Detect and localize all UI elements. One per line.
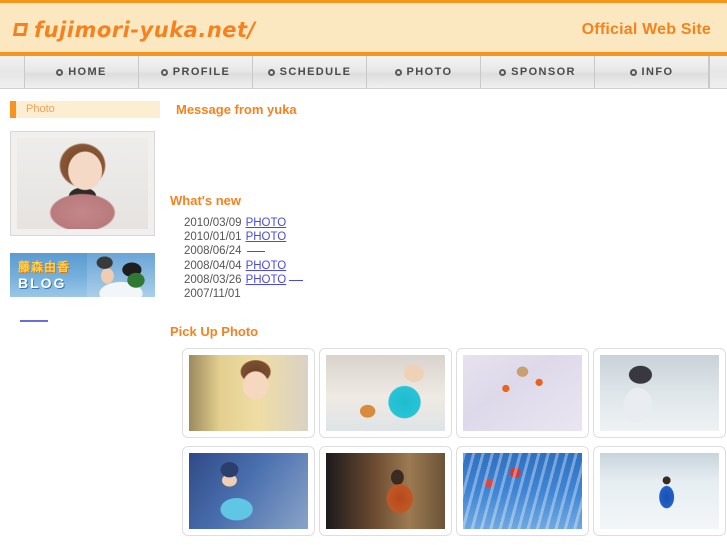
list-item: 2010/03/09 PHOTO (184, 216, 727, 230)
news-date: 2008/03/26 (184, 273, 242, 286)
photo-image (463, 355, 582, 432)
content-layout: 藤森由香 BLOG What's new 2010/03/09 PHOTO 201… (0, 131, 727, 537)
photo-image (189, 355, 308, 432)
nav-label: SCHEDULE (279, 66, 352, 78)
profile-photo (10, 131, 155, 236)
main-content: What's new 2010/03/09 PHOTO 2010/01/01 PHO… (160, 131, 727, 537)
list-item: 2008/06/24 (184, 244, 727, 258)
nav-right-spacer (709, 56, 727, 88)
news-link-extra[interactable] (289, 279, 304, 281)
list-item: 2008/04/04 PHOTO (184, 259, 727, 273)
blog-banner-image (87, 253, 155, 297)
nav-label: PHOTO (406, 66, 453, 78)
bullet-icon (499, 68, 507, 76)
news-link[interactable]: PHOTO (246, 260, 287, 272)
nav-item-schedule[interactable]: SCHEDULE (253, 56, 367, 88)
nav-label: INFO (641, 66, 674, 78)
bullet-icon (56, 68, 64, 76)
logo-text: fujimori-yuka.net/ (34, 17, 256, 42)
photo-thumbnail-8[interactable] (593, 446, 726, 537)
nav-item-home[interactable]: HOME (25, 56, 139, 88)
pickup-photo-grid (170, 348, 727, 537)
blog-banner-name: 藤森由香 (18, 260, 71, 274)
photo-thumbnail-5[interactable] (182, 446, 315, 537)
nav-item-sponsor[interactable]: SPONSOR (481, 56, 595, 88)
photo-image (600, 453, 719, 530)
photo-thumbnail-1[interactable] (182, 348, 315, 439)
breadcrumb: Photo (10, 100, 160, 118)
page-title: Message from yuka (176, 101, 297, 117)
pickup-photo-title: Pick Up Photo (170, 324, 259, 340)
news-date: 2008/06/24 (184, 245, 242, 258)
list-item: 2010/01/01 PHOTO (184, 230, 727, 244)
news-date: 2010/01/01 (184, 231, 242, 244)
news-link[interactable]: PHOTO (246, 217, 287, 229)
nav-label: HOME (68, 66, 107, 78)
photo-thumbnail-6[interactable] (319, 446, 452, 537)
list-item: 2008/03/26 PHOTO (184, 273, 727, 287)
sidebar-under-link[interactable] (20, 309, 48, 322)
whats-new-title: What's new (170, 193, 241, 208)
breadcrumb-label: Photo (26, 103, 55, 115)
nav-item-info[interactable]: INFO (595, 56, 709, 88)
nav-label: SPONSOR (511, 66, 576, 78)
blog-banner-label: BLOG (18, 275, 67, 291)
square-outline-icon (12, 23, 29, 36)
list-item: 2007/11/01 (184, 287, 727, 301)
bullet-icon (629, 68, 637, 76)
main-navigation: HOME PROFILE SCHEDULE PHOTO SPONSOR INFO (0, 56, 727, 89)
photo-image (463, 453, 582, 530)
bullet-icon (394, 68, 402, 76)
photo-thumbnail-2[interactable] (319, 348, 452, 439)
photo-thumbnail-7[interactable] (456, 446, 589, 537)
nav-label: PROFILE (172, 66, 231, 78)
nav-item-profile[interactable]: PROFILE (139, 56, 253, 88)
photo-image (600, 355, 719, 432)
nav-left-spacer (0, 56, 25, 88)
whats-new-list: 2010/03/09 PHOTO 2010/01/01 PHOTO 2008/06/… (170, 216, 727, 301)
news-link[interactable] (246, 251, 265, 253)
site-logo[interactable]: fujimori-yuka.net/ (12, 17, 256, 42)
blog-banner[interactable]: 藤森由香 BLOG (10, 253, 155, 297)
photo-image (189, 453, 308, 530)
news-date: 2008/04/04 (184, 259, 242, 272)
news-date: 2010/03/09 (184, 217, 242, 229)
bullet-icon (160, 68, 168, 76)
site-header: fujimori-yuka.net/ Official Web Site (0, 0, 727, 56)
sidebar: 藤森由香 BLOG (0, 131, 160, 536)
bullet-icon (267, 68, 275, 76)
photo-image (326, 355, 445, 432)
photo-thumbnail-4[interactable] (593, 348, 726, 439)
photo-thumbnail-3[interactable] (456, 348, 589, 439)
site-tagline: Official Web Site (581, 20, 711, 38)
nav-item-photo[interactable]: PHOTO (367, 56, 481, 88)
subheader-row: Photo Message from yuka (0, 99, 727, 119)
news-date: 2007/11/01 (184, 288, 241, 301)
news-link[interactable]: PHOTO (246, 274, 287, 286)
profile-photo-image (17, 138, 148, 229)
photo-image (326, 453, 445, 530)
news-link[interactable]: PHOTO (246, 231, 287, 243)
